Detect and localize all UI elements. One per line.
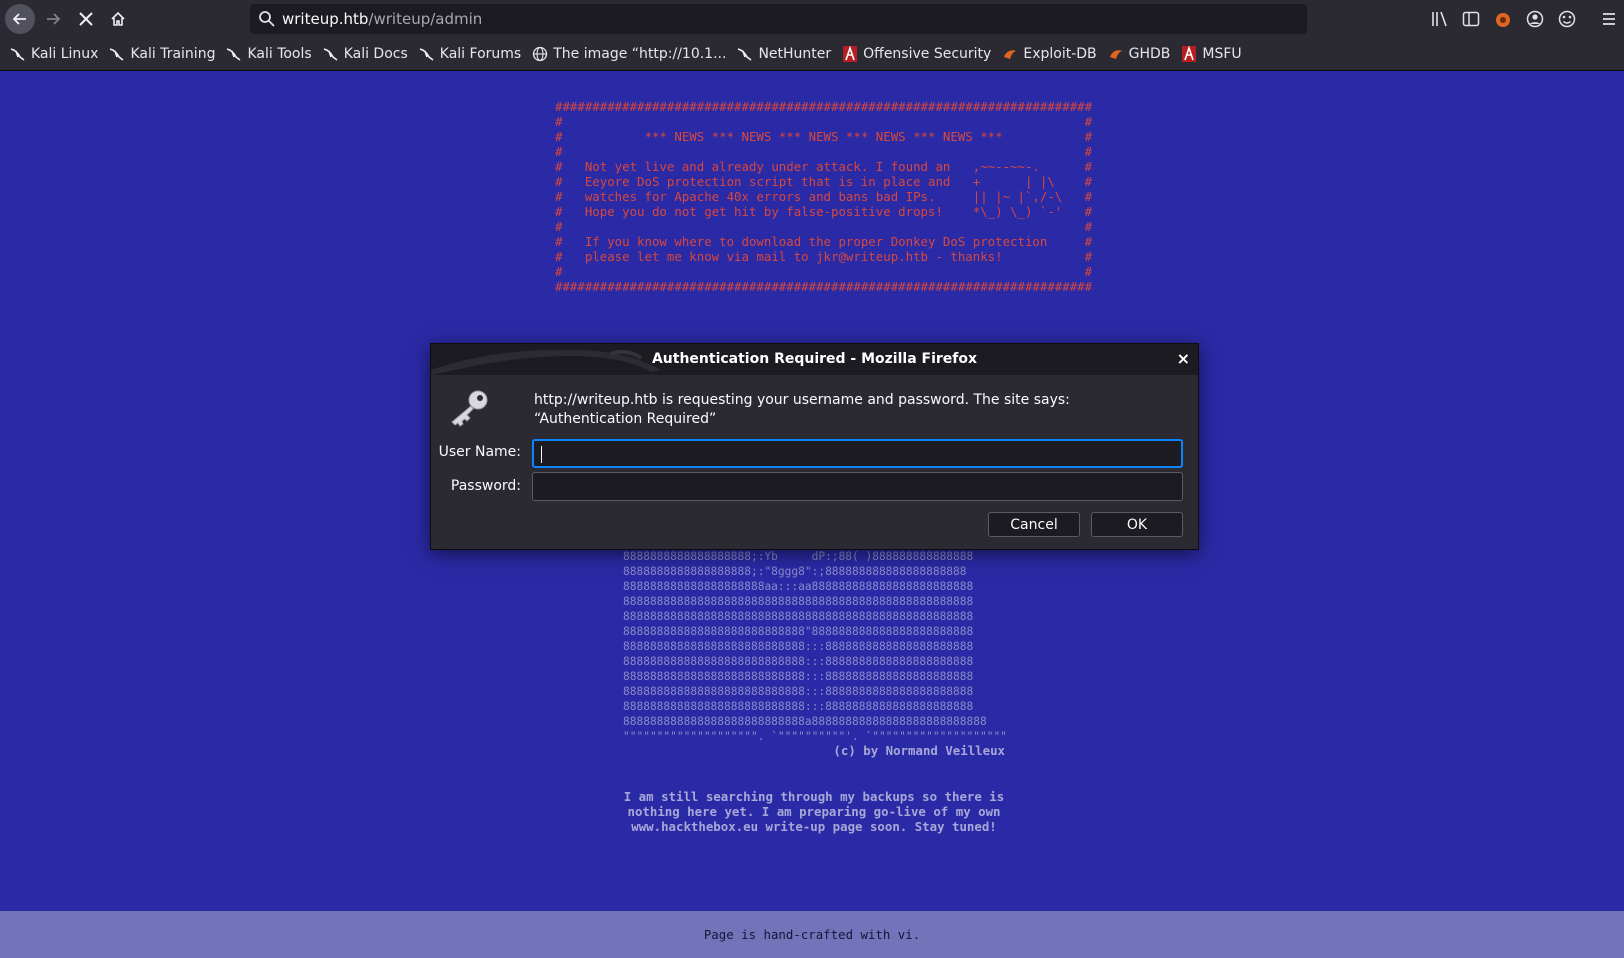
dialog-titlebar[interactable]: Authentication Required - Mozilla Firefo… — [431, 344, 1198, 375]
bookmark-label: Offensive Security — [863, 46, 992, 62]
offsec-icon — [1181, 46, 1197, 62]
bookmark-label: Kali Training — [130, 46, 216, 62]
url-text: writeup.htb/writeup/admin — [282, 10, 482, 28]
account-icon[interactable] — [1526, 10, 1544, 28]
globe-icon — [532, 46, 548, 62]
stop-loading-button[interactable] — [71, 4, 101, 34]
kali-dragon-icon — [226, 46, 242, 62]
auth-dialog: Authentication Required - Mozilla Firefo… — [430, 343, 1199, 550]
forward-button[interactable] — [38, 4, 68, 34]
library-icon[interactable] — [1431, 10, 1449, 28]
arrow-right-icon — [47, 13, 61, 25]
bookmark-kali-docs[interactable]: Kali Docs — [323, 46, 408, 62]
bookmark-label: NetHunter — [758, 46, 832, 62]
bookmark-ghdb[interactable]: GHDB — [1108, 46, 1171, 62]
sidebar-icon[interactable] — [1462, 10, 1480, 28]
search-icon — [259, 11, 275, 27]
home-button[interactable] — [103, 4, 133, 34]
kali-dragon-icon — [419, 46, 435, 62]
kali-dragon-icon — [323, 46, 339, 62]
key-icon — [451, 390, 488, 427]
password-label: Password: — [450, 478, 521, 494]
bookmark-label: Kali Tools — [247, 46, 312, 62]
home-icon — [111, 11, 125, 26]
bookmark-label: Kali Docs — [343, 46, 408, 62]
kali-dragon-icon — [737, 46, 753, 62]
bookmark-kali-linux[interactable]: Kali Linux — [10, 46, 98, 62]
exploitdb-icon — [1002, 46, 1018, 62]
bookmark-label: Kali Forums — [439, 46, 522, 62]
status-note: I am still searching through my backups … — [623, 789, 1005, 834]
bookmark-kali-tools[interactable]: Kali Tools — [226, 46, 312, 62]
kali-dragon-icon — [109, 46, 125, 62]
extension-foxyproxy-icon[interactable] — [1494, 10, 1512, 28]
arrow-left-icon — [12, 13, 26, 25]
url-bar[interactable]: writeup.htb/writeup/admin — [250, 4, 1307, 34]
password-field[interactable] — [532, 472, 1183, 501]
exploitdb-icon — [1108, 46, 1124, 62]
bookmarks-toolbar: Kali Linux Kali Training Kali Tools Kali… — [0, 38, 1624, 71]
bookmark-label: Exploit-DB — [1023, 46, 1097, 62]
ascii-credit: (c) by Normand Veilleux — [833, 743, 1005, 758]
ok-button[interactable]: OK — [1091, 512, 1183, 537]
bookmark-offensive-security[interactable]: Offensive Security — [842, 46, 991, 62]
hamburger-menu-icon[interactable] — [1600, 10, 1618, 28]
back-button[interactable] — [5, 4, 35, 34]
news-banner: ########################################… — [555, 99, 1093, 294]
ascii-art: 8888888888888888888;:Yb dP:;88( )8888888… — [623, 550, 1007, 743]
browser-toolbar: writeup.htb/writeup/admin — [0, 0, 1624, 38]
offsec-icon — [842, 46, 858, 62]
username-label: User Name: — [438, 444, 521, 460]
url-path: /writeup/admin — [368, 10, 483, 28]
bookmark-label: GHDB — [1128, 46, 1171, 62]
bookmark-label: The image “http://10.1... — [553, 46, 727, 62]
username-field[interactable] — [532, 439, 1183, 468]
close-icon — [79, 12, 93, 26]
dialog-close-button[interactable]: × — [1177, 349, 1190, 368]
bookmark-label: Kali Linux — [31, 46, 99, 62]
kali-dragon-icon — [10, 46, 26, 62]
footer-text: Page is hand-crafted with vi. — [703, 927, 921, 942]
bookmark-exploit-db[interactable]: Exploit-DB — [1002, 46, 1097, 62]
url-host: writeup.htb — [282, 10, 369, 28]
dialog-message: http://writeup.htb is requesting your us… — [534, 392, 1070, 427]
text-caret — [541, 446, 542, 463]
bookmark-kali-forums[interactable]: Kali Forums — [419, 46, 521, 62]
bookmark-nethunter[interactable]: NetHunter — [737, 46, 831, 62]
cancel-button[interactable]: Cancel — [988, 512, 1080, 537]
bookmark-kali-training[interactable]: Kali Training — [109, 46, 215, 62]
extension-icon[interactable] — [1558, 10, 1576, 28]
bookmark-label: MSFU — [1202, 46, 1242, 62]
bookmark-msfu[interactable]: MSFU — [1181, 46, 1242, 62]
page-footer: Page is hand-crafted with vi. — [0, 911, 1624, 958]
bookmark-image[interactable]: The image “http://10.1... — [532, 46, 726, 62]
dialog-title: Authentication Required - Mozilla Firefo… — [651, 351, 978, 367]
